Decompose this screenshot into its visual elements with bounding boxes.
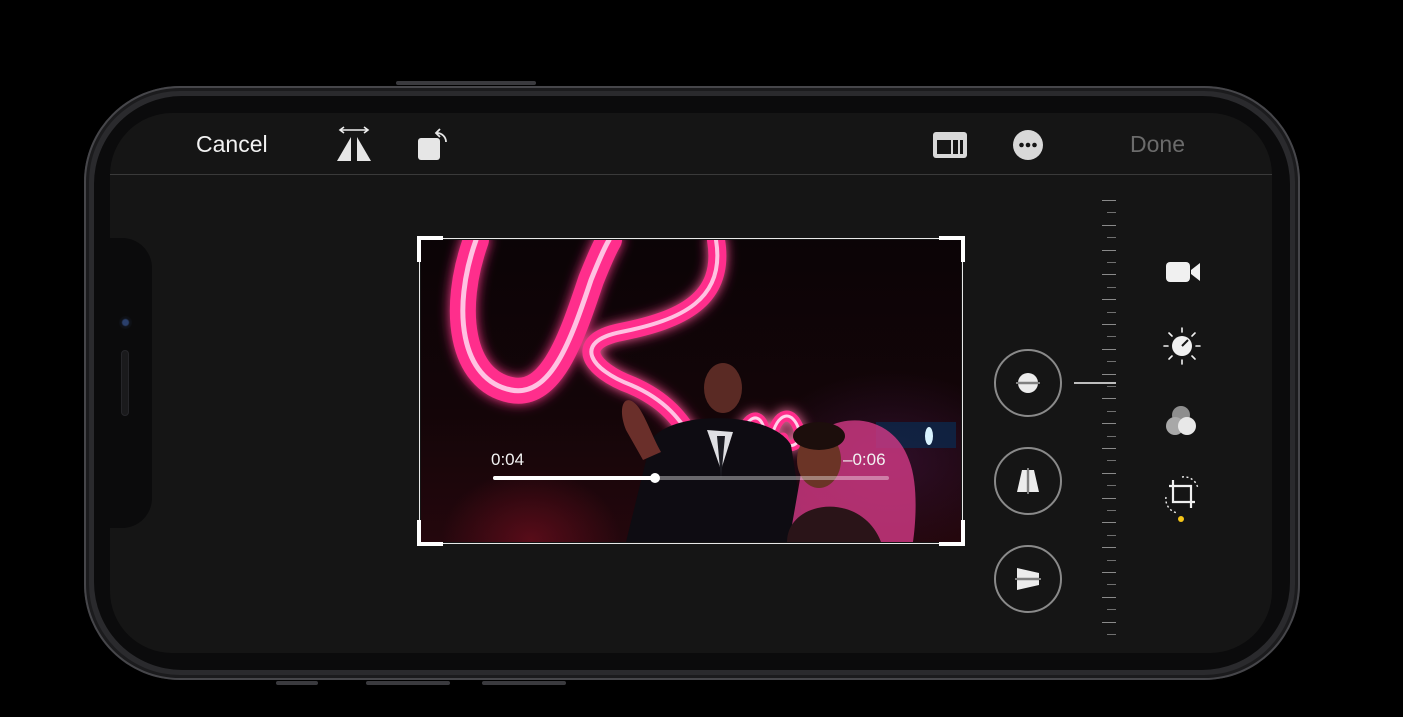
video-preview[interactable] bbox=[421, 240, 961, 542]
adjust-icon[interactable] bbox=[1160, 325, 1204, 372]
front-camera bbox=[119, 316, 132, 329]
ruler-tick bbox=[1107, 534, 1116, 536]
ruler-tick bbox=[1102, 324, 1116, 325]
ruler-tick bbox=[1107, 336, 1116, 338]
scrubber-handle[interactable] bbox=[650, 473, 661, 483]
ruler-tick bbox=[1107, 435, 1116, 437]
crop-icon[interactable] bbox=[1160, 475, 1204, 520]
ruler-tick bbox=[1107, 286, 1116, 288]
side-button-bottom-2 bbox=[366, 681, 450, 685]
ruler-tick bbox=[1107, 609, 1116, 611]
ruler-tick bbox=[1107, 485, 1116, 487]
ruler-tick bbox=[1107, 212, 1116, 214]
crop-handle-top-left[interactable] bbox=[417, 236, 443, 262]
remaining-time: –0:06 bbox=[843, 450, 886, 469]
ruler-tick bbox=[1102, 621, 1116, 623]
video-scrubber[interactable] bbox=[493, 473, 889, 483]
ruler-tick bbox=[1102, 472, 1116, 474]
ruler-tick bbox=[1102, 448, 1116, 449]
earpiece-speaker bbox=[121, 350, 129, 416]
ruler-tick bbox=[1107, 634, 1116, 635]
straighten-button[interactable] bbox=[994, 349, 1062, 417]
ruler-tick bbox=[1107, 559, 1116, 561]
ruler-tick bbox=[1102, 497, 1116, 499]
ruler-tick bbox=[1102, 249, 1116, 251]
aspect-ratio-icon[interactable] bbox=[932, 131, 968, 164]
elapsed-time: 0:04 bbox=[491, 450, 525, 469]
ruler-tick bbox=[1102, 299, 1116, 301]
ruler-indicator bbox=[1074, 382, 1116, 384]
crop-handle-bottom-left[interactable] bbox=[417, 520, 443, 546]
ruler-tick bbox=[1107, 262, 1116, 263]
ruler-tick bbox=[1107, 410, 1116, 412]
done-button[interactable]: Done bbox=[1130, 131, 1185, 158]
horizontal-perspective-button[interactable] bbox=[994, 545, 1062, 613]
vertical-perspective-icon bbox=[1017, 466, 1039, 496]
ruler-tick bbox=[1102, 200, 1116, 201]
ruler-tick bbox=[1107, 584, 1116, 586]
cancel-button[interactable]: Cancel bbox=[196, 131, 268, 158]
video-icon[interactable] bbox=[1160, 258, 1204, 291]
ruler-tick bbox=[1102, 373, 1116, 375]
ruler-tick bbox=[1102, 224, 1116, 226]
side-button-bottom-1 bbox=[276, 681, 318, 685]
ruler-tick bbox=[1102, 522, 1116, 524]
ruler-tick bbox=[1107, 386, 1116, 387]
crop-handle-top-right[interactable] bbox=[939, 236, 965, 262]
ruler-tick bbox=[1107, 361, 1116, 363]
ruler-tick bbox=[1102, 423, 1116, 425]
vertical-perspective-button[interactable] bbox=[994, 447, 1062, 515]
crop-handle-bottom-right[interactable] bbox=[939, 520, 965, 546]
ruler-tick bbox=[1107, 510, 1116, 511]
horizontal-perspective-icon bbox=[1013, 568, 1043, 590]
active-mode-indicator bbox=[1178, 516, 1184, 522]
ruler-tick bbox=[1107, 237, 1116, 239]
ruler-tick bbox=[1102, 398, 1116, 400]
straighten-icon bbox=[1013, 373, 1043, 393]
ruler-tick bbox=[1102, 572, 1116, 573]
more-icon[interactable] bbox=[1012, 129, 1044, 166]
ruler-tick bbox=[1107, 460, 1116, 462]
ruler-tick bbox=[1102, 547, 1116, 549]
side-button-bottom-3 bbox=[482, 681, 566, 685]
scrubber-progress bbox=[493, 476, 656, 480]
ruler-tick bbox=[1102, 348, 1116, 350]
ruler-tick bbox=[1102, 596, 1116, 598]
ruler-tick bbox=[1107, 311, 1116, 313]
toolbar-divider bbox=[110, 174, 1272, 175]
ruler-tick bbox=[1102, 274, 1116, 276]
flip-horizontal-icon[interactable] bbox=[335, 126, 373, 169]
volume-up-button bbox=[396, 81, 536, 85]
filters-icon[interactable] bbox=[1160, 402, 1204, 447]
angle-ruler[interactable] bbox=[1100, 196, 1120, 636]
neon-sign-image bbox=[449, 240, 956, 542]
rotate-icon[interactable] bbox=[416, 127, 452, 168]
